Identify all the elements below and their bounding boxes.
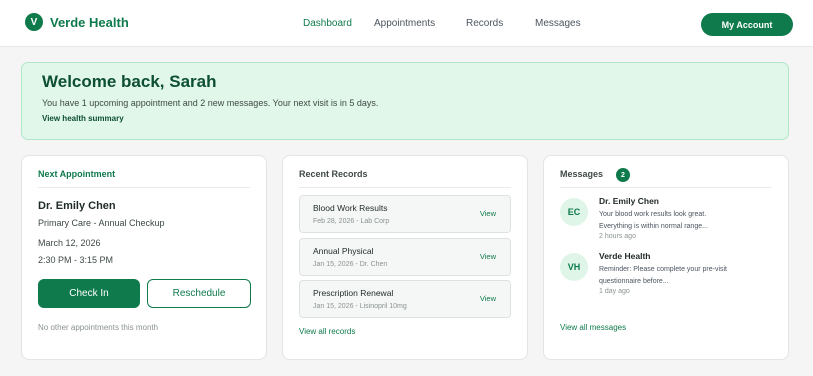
divider: [299, 187, 511, 188]
welcome-banner: Welcome back, Sarah You have 1 upcoming …: [21, 62, 789, 140]
message-sender: Dr. Emily Chen: [599, 196, 659, 206]
record-title: Blood Work Results: [313, 203, 388, 213]
avatar: VH: [560, 253, 588, 281]
message-preview: Your blood work results look great. Ever…: [599, 211, 708, 230]
nav-link-records[interactable]: Records: [466, 18, 503, 29]
appointment-doctor: Dr. Emily Chen: [38, 200, 116, 212]
record-meta: Jan 15, 2026 - Dr. Chen: [313, 261, 388, 268]
reschedule-button[interactable]: Reschedule: [147, 279, 251, 308]
record-meta: Jan 15, 2026 - Lisinopril 10mg: [313, 303, 407, 310]
message-item[interactable]: VH Verde Health Reminder: Please complet…: [560, 251, 772, 297]
view-all-records-link[interactable]: View all records: [299, 327, 355, 336]
my-account-button[interactable]: My Account: [701, 13, 793, 36]
appointment-note: No other appointments this month: [38, 323, 159, 332]
record-item[interactable]: Blood Work Results Feb 28, 2026 - Lab Co…: [299, 195, 511, 233]
nav-link-messages[interactable]: Messages: [535, 18, 581, 29]
unread-count-badge: 2: [616, 168, 630, 182]
top-nav: V Verde Health Dashboard Appointments Re…: [0, 0, 813, 47]
card-title: Messages: [560, 169, 604, 179]
check-in-button[interactable]: Check In: [38, 279, 140, 308]
appointment-time: 2:30 PM - 3:15 PM: [38, 255, 114, 265]
record-title: Prescription Renewal: [313, 288, 394, 298]
brand-name: Verde Health: [50, 14, 129, 30]
record-item[interactable]: Prescription Renewal Jan 15, 2026 - Lisi…: [299, 280, 511, 318]
welcome-summary-text: You have 1 upcoming appointment and 2 ne…: [42, 98, 379, 108]
divider: [38, 187, 250, 188]
view-health-summary-link[interactable]: View health summary: [42, 114, 124, 123]
message-sender: Verde Health: [599, 251, 651, 261]
message-time: 1 day ago: [599, 288, 630, 295]
view-all-messages-link[interactable]: View all messages: [560, 323, 626, 332]
messages-card: Messages 2 EC Dr. Emily Chen Your blood …: [543, 155, 789, 360]
card-title: Recent Records: [299, 169, 368, 179]
avatar: EC: [560, 198, 588, 226]
recent-records-card: Recent Records Blood Work Results Feb 28…: [282, 155, 528, 360]
appointment-type: Primary Care - Annual Checkup: [38, 218, 165, 228]
welcome-title: Welcome back, Sarah: [42, 72, 217, 91]
message-preview: Reminder: Please complete your pre-visit…: [599, 266, 727, 285]
record-title: Annual Physical: [313, 246, 374, 256]
brand-logo-icon: V: [25, 13, 43, 31]
nav-link-dashboard[interactable]: Dashboard: [303, 18, 352, 29]
next-appointment-card: Next Appointment Dr. Emily Chen Primary …: [21, 155, 267, 360]
card-title: Next Appointment: [38, 169, 116, 179]
record-meta: Feb 28, 2026 - Lab Corp: [313, 218, 390, 225]
nav-link-appointments[interactable]: Appointments: [374, 18, 435, 29]
record-view-link[interactable]: View: [480, 294, 496, 303]
divider: [560, 187, 772, 188]
record-item[interactable]: Annual Physical Jan 15, 2026 - Dr. Chen …: [299, 238, 511, 276]
brand[interactable]: V Verde Health: [25, 13, 129, 31]
appointment-date: March 12, 2026: [38, 238, 101, 248]
message-item[interactable]: EC Dr. Emily Chen Your blood work result…: [560, 196, 772, 242]
record-view-link[interactable]: View: [480, 252, 496, 261]
record-view-link[interactable]: View: [480, 209, 496, 218]
message-time: 2 hours ago: [599, 233, 636, 240]
